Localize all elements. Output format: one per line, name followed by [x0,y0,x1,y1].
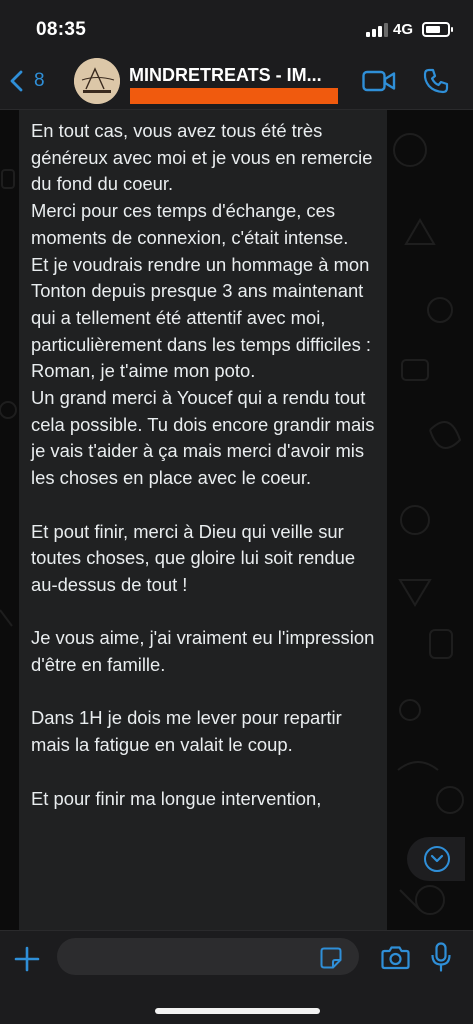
logo-icon [74,58,120,104]
phone-call-icon[interactable] [422,67,450,95]
back-button[interactable]: 8 [8,64,45,98]
status-time: 08:35 [36,19,87,40]
avatar[interactable] [74,58,120,104]
input-bar [0,930,473,1024]
message-text: En tout cas, vous avez tous été très gén… [31,120,375,809]
chat-area[interactable]: En tout cas, vous avez tous été très gén… [0,110,473,930]
plus-icon[interactable] [14,946,40,972]
chat-header: 8 MINDRETREATS - IM... [0,52,473,110]
network-type: 4G [393,21,414,38]
battery-icon [422,22,453,37]
home-indicator [155,1008,320,1014]
unread-count: 8 [34,70,45,91]
chat-title[interactable]: MINDRETREATS - IM... [129,65,341,86]
sticker-icon[interactable] [320,947,342,969]
signal-icon [366,23,388,37]
redaction-bar [130,88,338,104]
message-input[interactable] [57,938,359,975]
back-chevron-icon [10,70,23,92]
camera-icon[interactable] [381,945,410,970]
scroll-down-button[interactable] [407,837,465,881]
chevron-down-icon [430,854,444,863]
microphone-icon[interactable] [431,942,451,972]
video-call-icon[interactable] [362,68,396,94]
message-bubble[interactable]: En tout cas, vous avez tous été très gén… [19,110,387,930]
status-bar: 08:35 4G [0,0,473,52]
